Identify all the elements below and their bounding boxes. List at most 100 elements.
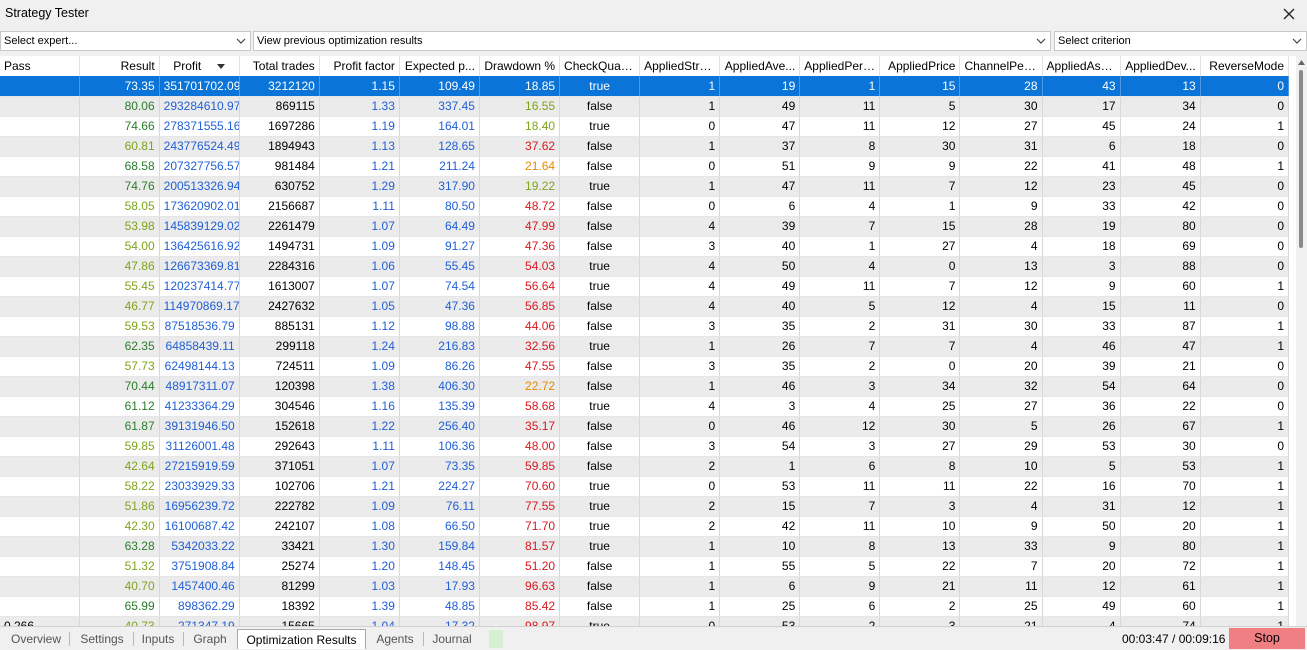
- table-row[interactable]: 70.44 48917311.07 120398 1.38 406.30 22.72 fal…: [0, 376, 1290, 397]
- column-header-0[interactable]: Pass: [0, 56, 80, 76]
- optimization-results-grid: Pass Result Profit Total trades Profit facto…: [0, 56, 1296, 626]
- table-row[interactable]: 74.66 278371555.16 1697286 1.19 164.01 18.40 t…: [0, 116, 1290, 137]
- table-row[interactable]: 57.73 62498144.13 724511 1.09 86.26 47.55 fals…: [0, 356, 1290, 377]
- cell-aas: 36: [1042, 396, 1121, 417]
- stop-button[interactable]: Stop: [1229, 628, 1305, 649]
- column-header-9[interactable]: AppliedAve...: [719, 56, 801, 76]
- table-row[interactable]: 62.35 64858439.11 299118 1.24 216.83 32.56 tru…: [0, 336, 1290, 357]
- cell-pf: 1.39: [319, 596, 400, 617]
- column-header-7[interactable]: CheckQuant...: [559, 56, 641, 76]
- column-header-1[interactable]: Result: [79, 56, 160, 76]
- vertical-scrollbar[interactable]: [1296, 56, 1307, 626]
- table-row[interactable]: 42.64 27215919.59 371051 1.07 73.35 59.85 fals…: [0, 456, 1290, 477]
- cell-trades: 1613007: [239, 276, 320, 297]
- table-row[interactable]: 46.77 114970869.17 2427632 1.05 47.36 56.85 fa…: [0, 296, 1290, 317]
- tab-settings[interactable]: Settings: [72, 629, 132, 649]
- table-row[interactable]: 42.30 16100687.42 242107 1.08 66.50 71.70 true…: [0, 516, 1290, 537]
- cell-dd: 21.64: [479, 156, 561, 177]
- column-header-8[interactable]: AppliedStra...: [639, 56, 721, 76]
- column-header-10[interactable]: AppliedPeri...: [799, 56, 881, 76]
- table-row[interactable]: 74.76 200513326.94 630752 1.29 317.90 19.22 tr…: [0, 176, 1290, 197]
- cell-ap: 11: [799, 476, 881, 497]
- table-row[interactable]: 63.28 5342033.22 33421 1.30 159.84 81.57 true 1…: [0, 536, 1290, 557]
- window-title: Strategy Tester: [5, 6, 89, 20]
- cell-result: 74.66: [79, 116, 160, 137]
- cell-apr: 30: [879, 416, 961, 437]
- cell-profit: 31126001.48: [159, 436, 240, 457]
- cell-trades: 869115: [239, 96, 320, 117]
- table-row[interactable]: 0,266 40.73 271347.19 15665 1.04 17.32 98.97 tr…: [0, 616, 1290, 626]
- cell-pf: 1.09: [319, 236, 400, 257]
- cell-cp: 4: [959, 336, 1043, 357]
- table-row[interactable]: 60.81 243776524.49 1894943 1.13 128.65 37.62 f…: [0, 136, 1290, 157]
- cell-profit: 898362.29: [159, 596, 240, 617]
- cell-aas: 53: [1042, 436, 1121, 457]
- table-row[interactable]: 68.58 207327756.57 981484 1.21 211.24 21.64 fa…: [0, 156, 1290, 177]
- cell-profit: 64858439.11: [159, 336, 240, 357]
- table-row[interactable]: 51.86 16956239.72 222782 1.09 76.11 77.55 true…: [0, 496, 1290, 517]
- table-row[interactable]: 73.35 351701702.09 3212120 1.15 109.49 18.85 t…: [0, 76, 1290, 97]
- column-header-4[interactable]: Profit factor: [319, 56, 400, 76]
- cell-dd: 56.85: [479, 296, 561, 317]
- table-row[interactable]: 51.32 3751908.84 25274 1.20 148.45 51.20 false…: [0, 556, 1290, 577]
- column-header-3[interactable]: Total trades: [239, 56, 320, 76]
- cell-ap: 12: [799, 416, 881, 437]
- table-row[interactable]: 80.06 293284610.97 869115 1.33 337.45 16.55 fa…: [0, 96, 1290, 117]
- column-header-11[interactable]: AppliedPrice: [879, 56, 961, 76]
- table-row[interactable]: 53.98 145839129.02 2261479 1.07 64.49 47.99 fa…: [0, 216, 1290, 237]
- cell-ap: 7: [799, 336, 881, 357]
- criterion-select-value: Select criterion: [1058, 35, 1131, 47]
- tab-inputs[interactable]: Inputs: [134, 629, 182, 649]
- column-header-13[interactable]: AppliedAss...: [1042, 56, 1121, 76]
- scrollbar-thumb[interactable]: [1299, 70, 1303, 248]
- cell-aas: 15: [1042, 296, 1121, 317]
- cell-result: 73.35: [79, 76, 160, 97]
- column-header-5[interactable]: Expected p...: [399, 56, 480, 76]
- cell-as: 4: [639, 216, 721, 237]
- cell-cp: 28: [959, 76, 1043, 97]
- table-row[interactable]: 58.22 23033929.33 102706 1.21 224.27 70.60 tru…: [0, 476, 1290, 497]
- cell-ep: 148.45: [399, 556, 480, 577]
- cell-ad: 64: [1120, 376, 1201, 397]
- optimization-results-select[interactable]: View previous optimization results: [253, 31, 1051, 51]
- cell-dd: 51.20: [479, 556, 561, 577]
- tab-graph[interactable]: Graph: [186, 629, 234, 649]
- column-header-15[interactable]: ReverseMode: [1200, 56, 1290, 76]
- table-row[interactable]: 47.86 126673369.81 2284316 1.06 55.45 54.03 tr…: [0, 256, 1290, 277]
- tab-journal[interactable]: Journal: [424, 629, 480, 649]
- cell-cp: 21: [959, 616, 1043, 626]
- cell-ad: 60: [1120, 276, 1201, 297]
- cell-cq: false: [559, 436, 641, 457]
- table-row[interactable]: 54.00 136425616.92 1494731 1.09 91.27 47.36 fa…: [0, 236, 1290, 257]
- cell-as: 1: [639, 76, 721, 97]
- column-header-14[interactable]: AppliedDev...: [1120, 56, 1201, 76]
- criterion-select[interactable]: Select criterion: [1054, 31, 1307, 51]
- expert-select-value: Select expert...: [4, 35, 78, 47]
- table-row[interactable]: 59.85 31126001.48 292643 1.11 106.36 48.00 fal…: [0, 436, 1290, 457]
- cell-aas: 17: [1042, 96, 1121, 117]
- cell-ad: 87: [1120, 316, 1201, 337]
- table-row[interactable]: 55.45 120237414.77 1613007 1.07 74.54 56.64 tr…: [0, 276, 1290, 297]
- table-row[interactable]: 61.87 39131946.50 152618 1.22 256.40 35.17 fal…: [0, 416, 1290, 437]
- table-row[interactable]: 40.70 1457400.46 81299 1.03 17.93 96.63 false 1…: [0, 576, 1290, 597]
- cell-cq: true: [559, 276, 641, 297]
- table-row[interactable]: 58.05 173620902.01 2156687 1.11 80.50 48.72 fa…: [0, 196, 1290, 217]
- table-row[interactable]: 61.12 41233364.29 304546 1.16 135.39 58.68 tru…: [0, 396, 1290, 417]
- column-header-2[interactable]: Profit: [159, 56, 240, 76]
- expert-select[interactable]: Select expert...: [0, 31, 251, 51]
- close-icon[interactable]: [1277, 2, 1301, 26]
- table-row[interactable]: 59.53 87518536.79 885131 1.12 98.88 44.06 fals…: [0, 316, 1290, 337]
- scroll-up-icon[interactable]: [1298, 59, 1305, 65]
- cell-profit: 39131946.50: [159, 416, 240, 437]
- cell-as: 1: [639, 556, 721, 577]
- cell-ap: 6: [799, 456, 881, 477]
- cell-apr: 15: [879, 76, 961, 97]
- tab-optimization-results[interactable]: Optimization Results: [237, 629, 366, 649]
- column-header-12[interactable]: ChannelPeri...: [959, 56, 1043, 76]
- column-header-6[interactable]: Drawdown %: [479, 56, 561, 76]
- cell-apr: 9: [879, 156, 961, 177]
- tab-agents[interactable]: Agents: [368, 629, 422, 649]
- table-row[interactable]: 65.99 898362.29 18392 1.39 48.85 85.42 false 1 2…: [0, 596, 1290, 617]
- tab-overview[interactable]: Overview: [4, 629, 68, 649]
- cell-cp: 4: [959, 236, 1043, 257]
